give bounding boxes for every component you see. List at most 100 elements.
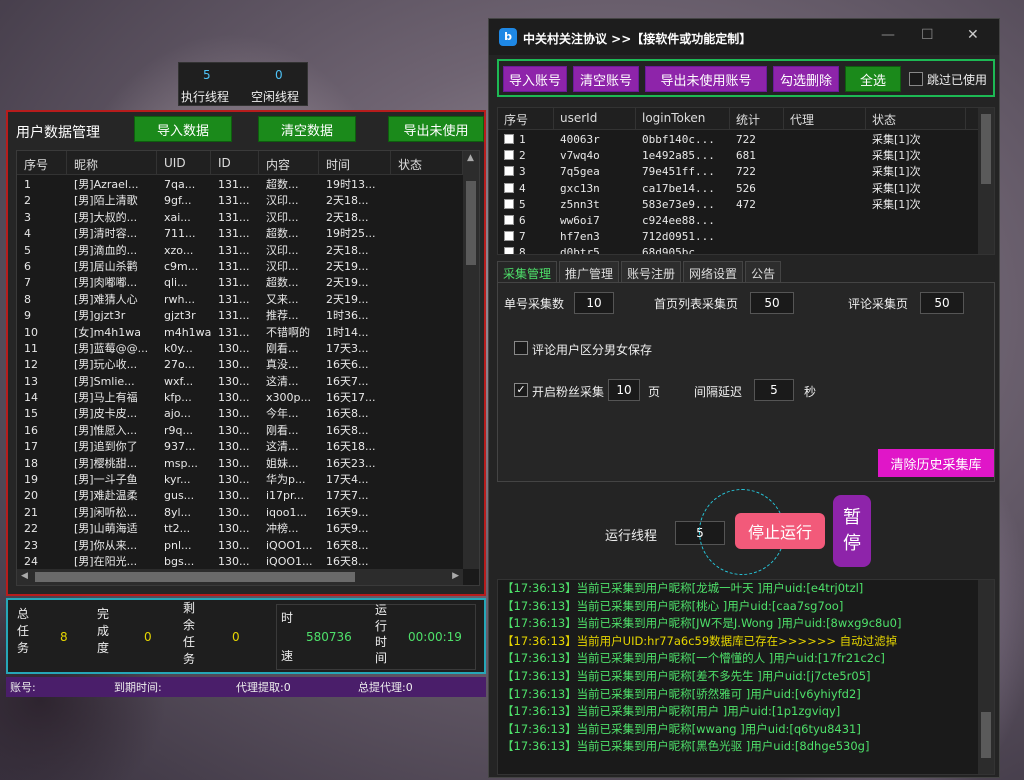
column-header[interactable]: 内容 — [259, 151, 319, 174]
table-cell: [男]惟愿入... — [74, 423, 138, 437]
column-header[interactable]: 序号 — [498, 108, 554, 129]
table-row[interactable]: 1 [男]Azrael... 7qa... 131... 超数... 19时13... — [17, 177, 463, 193]
speed-value: 580736 — [306, 630, 352, 644]
column-header[interactable]: 代理 — [784, 108, 866, 129]
row-checkbox[interactable] — [504, 231, 514, 242]
fans-page-input[interactable]: 10 — [608, 379, 640, 401]
comment-page-input[interactable]: 50 — [920, 292, 964, 314]
table-row[interactable]: 14 [男]马上有福 kfp... 130... x300p... 16天17... — [17, 390, 463, 406]
table-row[interactable]: 7 hf7en3 712d0951... — [498, 229, 978, 245]
tab-0[interactable]: 采集管理 — [497, 261, 558, 283]
minimize-icon[interactable]: — — [881, 27, 895, 43]
table-row[interactable]: 18 [男]樱桃甜... msp... 130... 姐妹... 16天23... — [17, 456, 463, 472]
clear-data-button[interactable]: 清空数据 — [258, 116, 356, 142]
table-row[interactable]: 5 [男]滴血的... xzo... 131... 汉印... 2天18... — [17, 243, 463, 259]
table-row[interactable]: 2 [男]陌上清歌 9gf... 131... 汉印... 2天18... — [17, 193, 463, 209]
row-checkbox[interactable] — [504, 150, 514, 161]
table-row[interactable]: 3 [男]大叔的... xai... 131... 汉印... 2天18... — [17, 210, 463, 226]
delete-checked-button[interactable]: 勾选删除 — [773, 66, 839, 92]
table-row[interactable]: 8 d0btr5 68d905bc... — [498, 245, 978, 254]
row-select-cell: 1 — [498, 132, 554, 148]
log-scroll-thumb[interactable] — [981, 712, 991, 758]
table-row[interactable]: 2 v7wq4o 1e492a85... 681 采集[1]次 — [498, 148, 978, 164]
table-row[interactable]: 23 [男]你从来... pnl... 130... iQOO1... 16天8... — [17, 538, 463, 554]
table-cell: 130... — [218, 423, 250, 437]
table-row[interactable]: 1 40063r 0bbf140c... 722 采集[1]次 — [498, 132, 978, 148]
vertical-scrollbar[interactable]: ▲ — [463, 151, 479, 569]
table-row[interactable]: 24 [男]在阳光... bgs... 130... iQOO1... 16天8... — [17, 554, 463, 567]
column-header[interactable]: 状态 — [391, 151, 463, 174]
tab-1[interactable]: 推广管理 — [559, 261, 620, 283]
table-row[interactable]: 12 [男]玩心收... 27o... 130... 真没... 16天6... — [17, 357, 463, 373]
log-scrollbar[interactable] — [978, 580, 994, 774]
tab-2[interactable]: 账号注册 — [621, 261, 682, 283]
clear-account-button[interactable]: 清空账号 — [573, 66, 639, 92]
close-icon[interactable]: ✕ — [967, 27, 979, 43]
table-cell: qli... — [164, 276, 188, 290]
column-header[interactable]: userId — [554, 108, 636, 129]
tab-3[interactable]: 网络设置 — [683, 261, 744, 283]
table-row[interactable]: 3 7q5gea 79e451ff... 722 采集[1]次 — [498, 164, 978, 180]
table-row[interactable]: 6 ww6oi7 c924ee88... — [498, 213, 978, 229]
table-row[interactable]: 11 [男]蓝莓@@... k0y... 130... 刚看... 17天3... — [17, 341, 463, 357]
row-checkbox[interactable] — [504, 214, 514, 225]
table-row[interactable]: 8 [男]难猜人心 rwh... 131... 又来... 2天19... — [17, 292, 463, 308]
table-row[interactable]: 7 [男]肉嘟嘟... qli... 131... 超数... 2天19... — [17, 275, 463, 291]
column-header[interactable]: ID — [211, 151, 259, 174]
select-all-button[interactable]: 全选 — [845, 66, 901, 92]
speed-label-top: 时 — [280, 611, 293, 625]
maximize-icon[interactable]: ☐ — [921, 27, 934, 43]
row-checkbox[interactable] — [504, 182, 514, 193]
table-row[interactable]: 20 [男]难赴温柔 gus... 130... i17pr... 17天7... — [17, 488, 463, 504]
import-account-button[interactable]: 导入账号 — [503, 66, 567, 92]
column-header[interactable]: 时间 — [319, 151, 391, 174]
hscroll-thumb[interactable] — [35, 572, 355, 582]
gender-split-checkbox[interactable] — [514, 341, 528, 355]
table-row[interactable]: 13 [男]Smlie... wxf... 130... 这清... 16天7... — [17, 374, 463, 390]
export-unused-account-button[interactable]: 导出未使用账号 — [645, 66, 767, 92]
scroll-up-icon[interactable]: ▲ — [467, 153, 474, 163]
export-unused-button[interactable]: 导出未使用 — [388, 116, 484, 142]
scroll-thumb[interactable] — [466, 181, 476, 265]
home-page-input[interactable]: 50 — [750, 292, 794, 314]
column-header[interactable]: 昵称 — [67, 151, 157, 174]
scroll-left-icon[interactable]: ◀ — [21, 571, 28, 581]
fans-collect-checkbox[interactable]: ✓ — [514, 383, 528, 397]
horizontal-scrollbar[interactable]: ◀ ▶ — [17, 569, 463, 585]
table-row[interactable]: 6 [男]居山杀鹳 c9m... 131... 汉印... 2天19... — [17, 259, 463, 275]
table-cell — [784, 148, 866, 164]
table-cell: 17天4... — [326, 473, 369, 487]
column-header[interactable]: 统计 — [730, 108, 784, 129]
table-cell: [男]闲听松... — [74, 505, 138, 519]
single-collect-input[interactable]: 10 — [574, 292, 614, 314]
account-scroll-thumb[interactable] — [981, 114, 991, 184]
pause-button[interactable]: 暂 停 — [833, 495, 871, 567]
delay-input[interactable]: 5 — [754, 379, 794, 401]
skip-used-checkbox[interactable] — [909, 72, 923, 86]
import-data-button[interactable]: 导入数据 — [134, 116, 232, 142]
tab-4[interactable]: 公告 — [745, 261, 782, 283]
row-checkbox[interactable] — [504, 134, 514, 144]
table-row[interactable]: 4 gxc13n ca17be14... 526 采集[1]次 — [498, 181, 978, 197]
table-row[interactable]: 22 [男]山萌海适 tt2... 130... 冲榜... 16天9... — [17, 521, 463, 537]
row-checkbox[interactable] — [504, 166, 514, 177]
column-header[interactable]: UID — [157, 151, 211, 174]
column-header[interactable]: loginToken — [636, 108, 730, 129]
account-scrollbar[interactable] — [978, 108, 994, 254]
column-header[interactable]: 状态 — [866, 108, 966, 129]
table-row[interactable]: 19 [男]一斗子鱼 kyr... 130... 华为p... 17天4... — [17, 472, 463, 488]
stop-run-button[interactable]: 停止运行 — [735, 513, 825, 549]
table-row[interactable]: 21 [男]闲听松... 8yl... 130... iqoo1... 16天9... — [17, 505, 463, 521]
table-row[interactable]: 15 [男]皮卡皮... ajo... 130... 今年... 16天8... — [17, 406, 463, 422]
table-row[interactable]: 10 [女]m4h1wa m4h1wa 131... 不错啊的 1时14... — [17, 325, 463, 341]
clear-history-button[interactable]: 清除历史采集库 — [878, 449, 994, 477]
column-header[interactable]: 序号 — [17, 151, 67, 174]
table-row[interactable]: 16 [男]惟愿入... r9q... 130... 刚看... 16天8... — [17, 423, 463, 439]
row-checkbox[interactable] — [504, 247, 514, 254]
table-row[interactable]: 17 [男]追到你了 937... 130... 这清... 16天18... — [17, 439, 463, 455]
table-row[interactable]: 4 [男]清时容... 711... 131... 超数... 19时25... — [17, 226, 463, 242]
table-row[interactable]: 5 z5nn3t 583e73e9... 472 采集[1]次 — [498, 197, 978, 213]
table-row[interactable]: 9 [男]gjzt3r gjzt3r 131... 推荐... 1时36... — [17, 308, 463, 324]
scroll-right-icon[interactable]: ▶ — [452, 571, 459, 581]
row-checkbox[interactable] — [504, 198, 514, 209]
